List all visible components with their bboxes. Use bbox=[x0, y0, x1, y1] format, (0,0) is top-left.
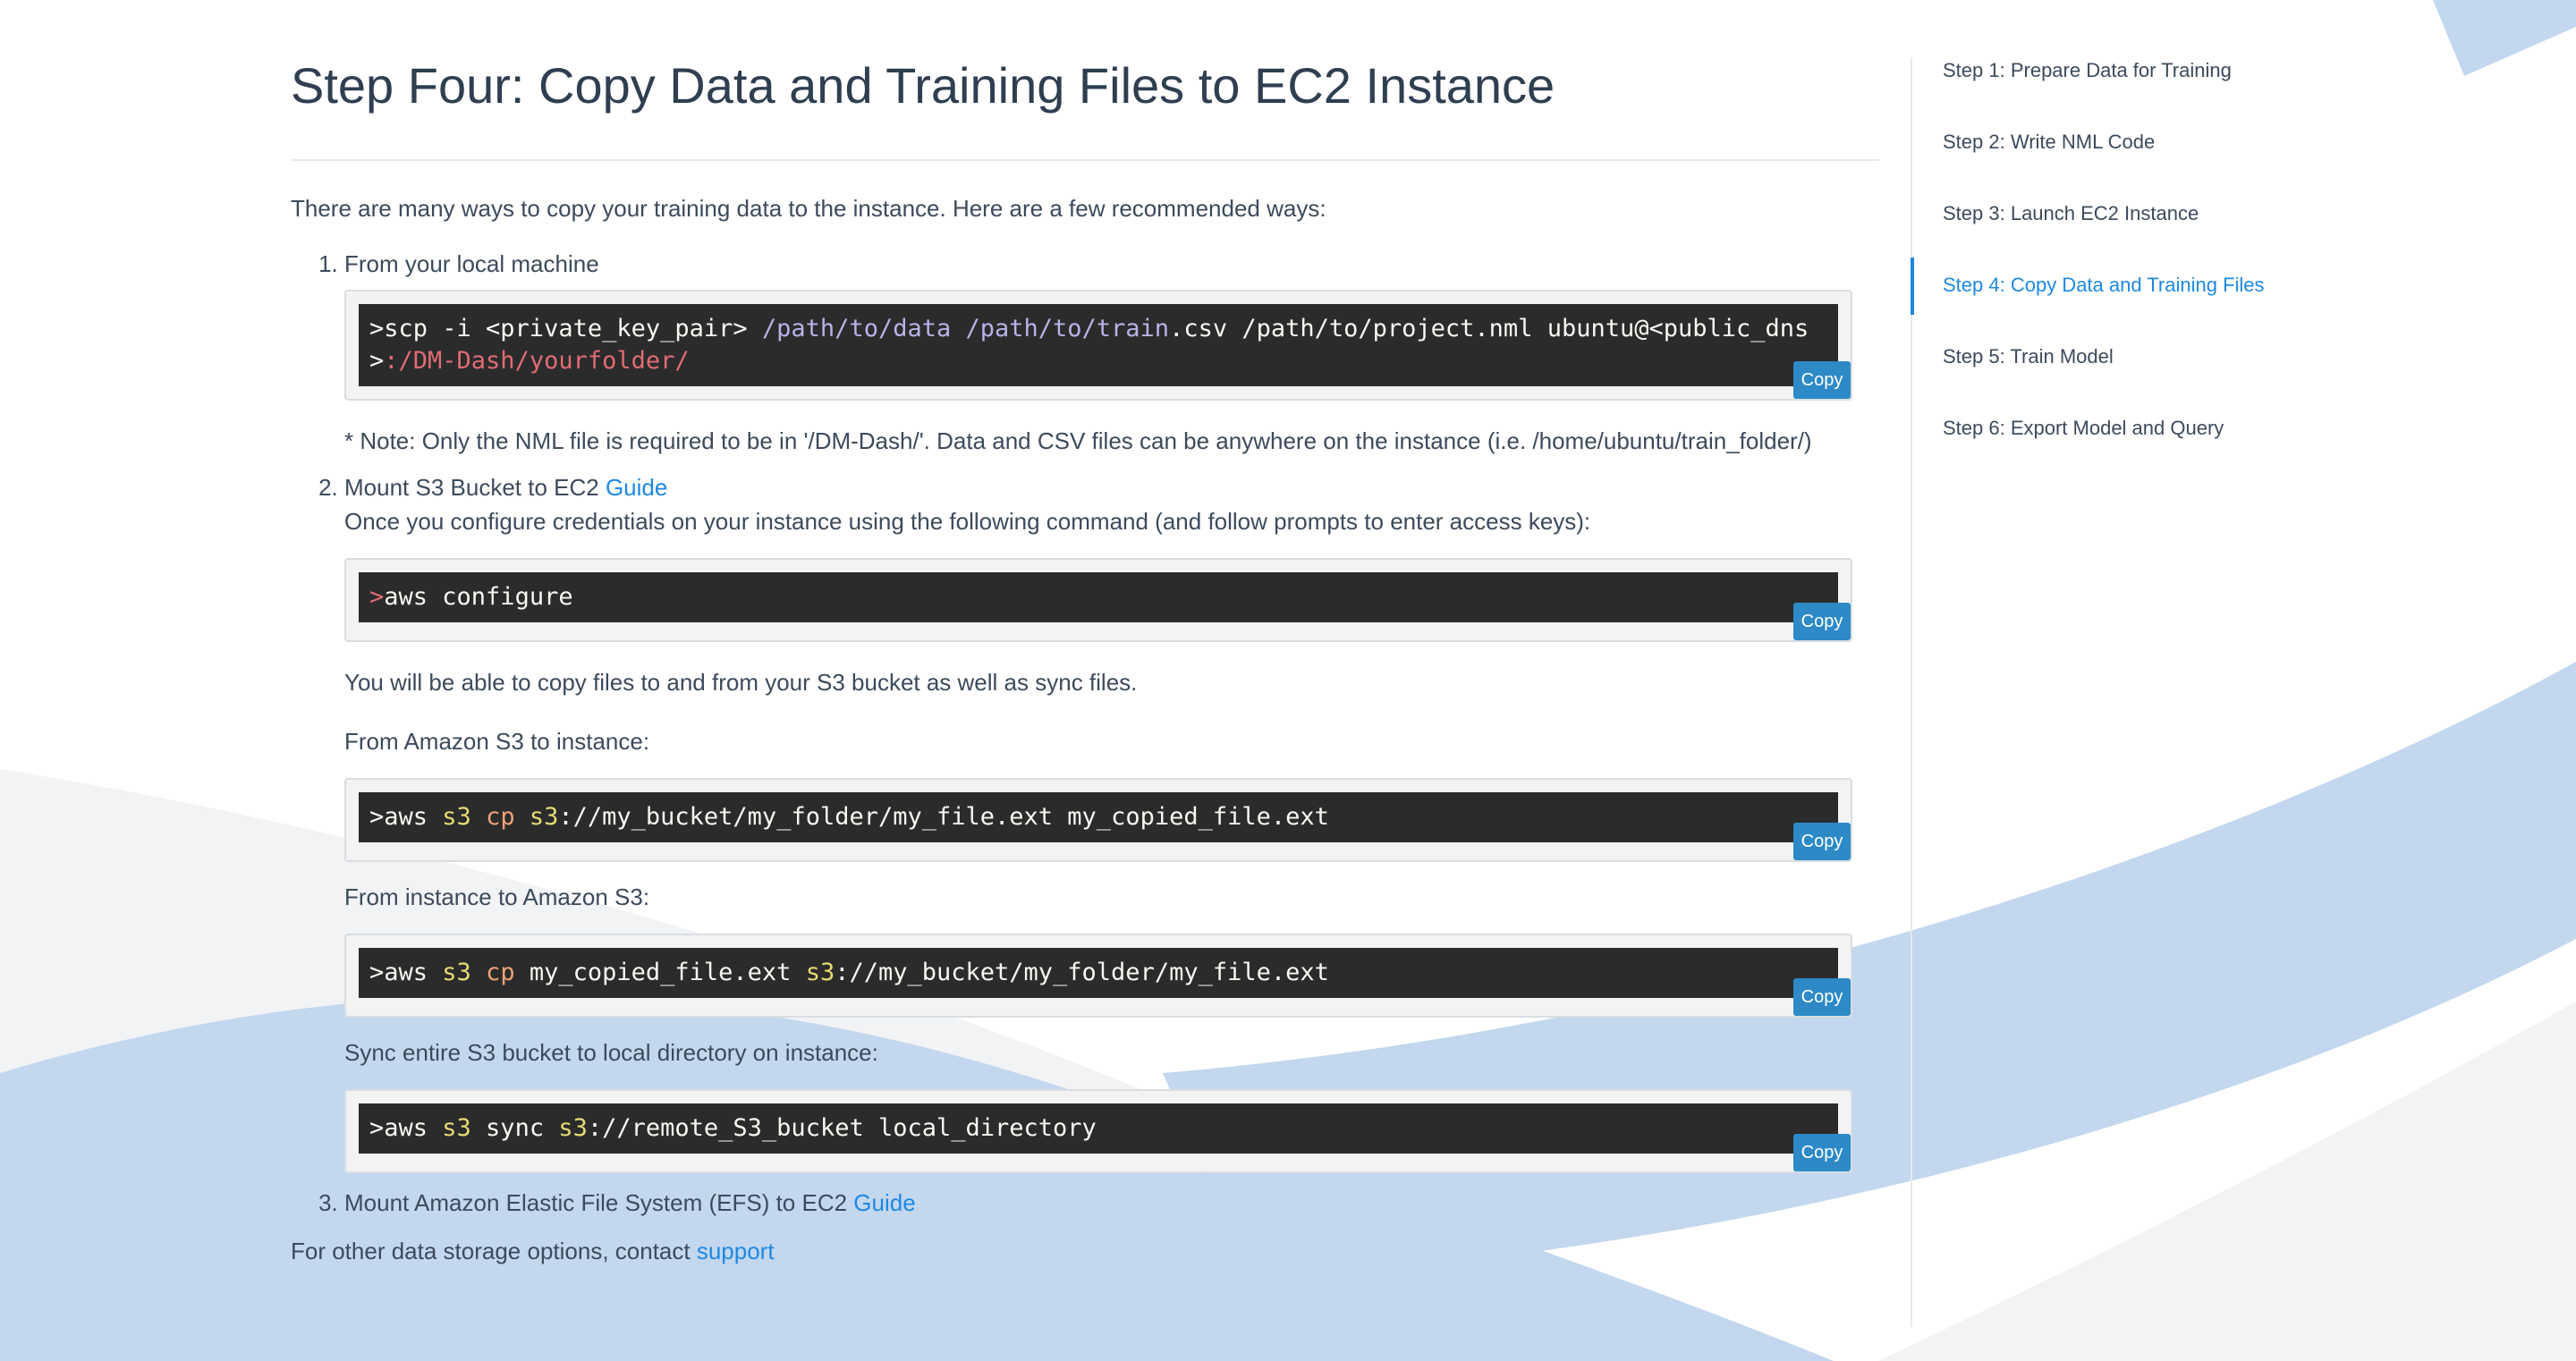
configure-text: Once you configure credentials on your i… bbox=[344, 508, 1591, 535]
copy-button[interactable]: Copy bbox=[1793, 603, 1851, 640]
code-scp[interactable]: >scp -i <private_key_pair> /path/to/data… bbox=[359, 304, 1838, 386]
main-content: Step Four: Copy Data and Training Files … bbox=[291, 52, 1879, 1268]
sidebar-item-step-6[interactable]: Step 6: Export Model and Query bbox=[1912, 415, 2485, 442]
code-to-s3[interactable]: >aws s3 cp my_copied_file.ext s3://my_bu… bbox=[359, 948, 1838, 998]
code-configure[interactable]: >aws configure bbox=[359, 572, 1838, 622]
note-text: * Note: Only the NML file is required to… bbox=[344, 427, 1812, 454]
step-label: Mount S3 Bucket to EC2 bbox=[344, 474, 606, 501]
sidebar-item-step-4[interactable]: Step 4: Copy Data and Training Files bbox=[1911, 258, 2485, 315]
from-s3-label: From Amazon S3 to instance: bbox=[344, 728, 650, 755]
copy-button[interactable]: Copy bbox=[1793, 978, 1851, 1016]
able-text: You will be able to copy files to and fr… bbox=[344, 669, 1138, 696]
sidebar-item-step-3[interactable]: Step 3: Launch EC2 Instance bbox=[1912, 200, 2485, 227]
step-label: From your local machine bbox=[344, 250, 599, 277]
step-label: Mount Amazon Elastic File System (EFS) t… bbox=[344, 1189, 854, 1216]
page-title: Step Four: Copy Data and Training Files … bbox=[291, 57, 1555, 114]
code-block-from-s3: >aws s3 cp s3://my_bucket/my_folder/my_f… bbox=[344, 778, 1852, 862]
code-block-sync: >aws s3 sync s3://remote_S3_bucket local… bbox=[344, 1089, 1852, 1173]
steps-list: From your local machine >scp -i <private… bbox=[291, 247, 1879, 1220]
sidebar-nav: Step 1: Prepare Data for Training Step 2… bbox=[1911, 57, 2485, 1327]
code-block-configure: >aws configure Copy bbox=[344, 558, 1852, 642]
support-link[interactable]: support bbox=[697, 1238, 775, 1264]
sync-label: Sync entire S3 bucket to local directory… bbox=[344, 1039, 878, 1066]
title-divider bbox=[291, 159, 1879, 161]
code-block-to-s3: >aws s3 cp my_copied_file.ext s3://my_bu… bbox=[344, 934, 1852, 1018]
footer-text: For other data storage options, contact … bbox=[291, 1238, 775, 1264]
step-item-local-machine: From your local machine >scp -i <private… bbox=[344, 247, 1879, 458]
copy-button[interactable]: Copy bbox=[1793, 823, 1851, 860]
intro-text: There are many ways to copy your trainin… bbox=[291, 195, 1326, 222]
step-item-s3-bucket: Mount S3 Bucket to EC2 Guide Once you co… bbox=[344, 470, 1879, 1173]
guide-link-s3[interactable]: Guide bbox=[606, 474, 667, 501]
to-s3-label: From instance to Amazon S3: bbox=[344, 883, 650, 910]
copy-button[interactable]: Copy bbox=[1793, 361, 1851, 399]
sidebar-item-step-2[interactable]: Step 2: Write NML Code bbox=[1912, 129, 2485, 156]
sidebar-item-step-1[interactable]: Step 1: Prepare Data for Training bbox=[1912, 57, 2485, 84]
code-from-s3[interactable]: >aws s3 cp s3://my_bucket/my_folder/my_f… bbox=[359, 792, 1838, 842]
guide-link-efs[interactable]: Guide bbox=[853, 1189, 915, 1216]
sidebar-item-step-5[interactable]: Step 5: Train Model bbox=[1912, 343, 2485, 370]
step-item-efs: Mount Amazon Elastic File System (EFS) t… bbox=[344, 1186, 1879, 1220]
code-sync[interactable]: >aws s3 sync s3://remote_S3_bucket local… bbox=[359, 1103, 1838, 1154]
copy-button[interactable]: Copy bbox=[1793, 1134, 1851, 1171]
code-block-scp: >scp -i <private_key_pair> /path/to/data… bbox=[344, 290, 1852, 401]
